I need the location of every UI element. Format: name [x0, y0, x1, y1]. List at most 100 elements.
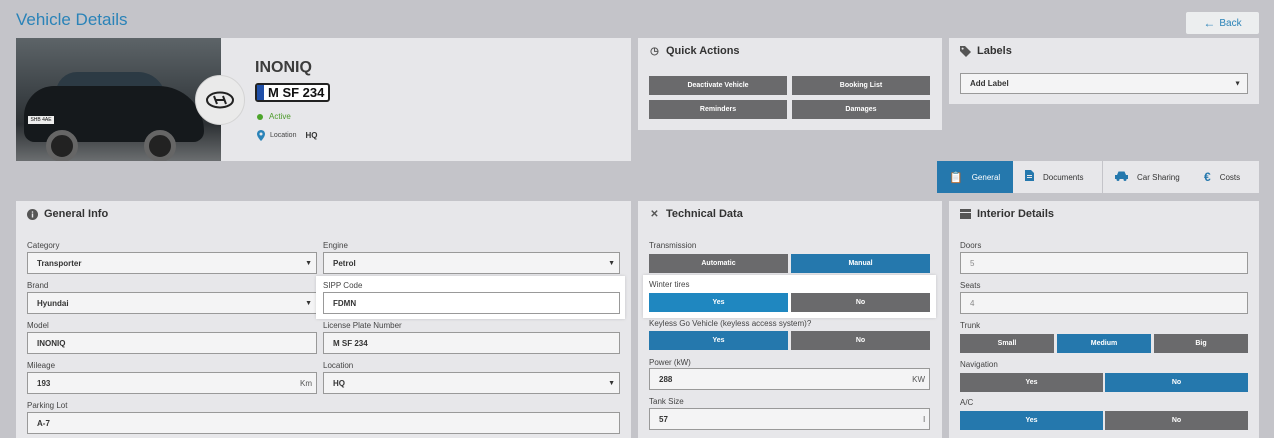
- hyundai-logo-icon: [206, 91, 234, 109]
- license-plate-text: M SF 234: [268, 85, 325, 100]
- tank-size-unit: l: [923, 414, 925, 424]
- transmission-label: Transmission: [649, 241, 697, 250]
- brand-logo: [195, 75, 245, 125]
- trunk-label: Trunk: [960, 321, 981, 330]
- vehicle-location: Location HQ: [257, 130, 317, 141]
- arrow-left-icon: ←: [1203, 16, 1216, 30]
- car-wheel-shape: [46, 130, 78, 161]
- power-value: 288: [659, 374, 673, 384]
- category-select[interactable]: Transporter ▼: [27, 252, 317, 274]
- labels-panel: Labels: [949, 38, 1259, 104]
- parking-lot-input[interactable]: A-7: [27, 412, 620, 434]
- ac-no-button[interactable]: No: [1105, 411, 1248, 430]
- transmission-automatic-button[interactable]: Automatic: [649, 254, 788, 273]
- ac-yes-button[interactable]: Yes: [960, 411, 1103, 430]
- tag-icon: [960, 45, 971, 57]
- tab-general-label: General: [971, 172, 1001, 182]
- location-value: HQ: [305, 131, 318, 140]
- labels-title: Labels: [977, 45, 1012, 57]
- tank-size-input[interactable]: 57 l: [649, 408, 930, 430]
- transmission-manual-button[interactable]: Manual: [791, 254, 930, 273]
- caret-down-icon: ▼: [305, 299, 312, 307]
- document-icon: [1025, 170, 1034, 184]
- navigation-yes-button[interactable]: Yes: [960, 373, 1103, 392]
- mileage-input[interactable]: 193 Km: [27, 372, 317, 394]
- parking-lot-label: Parking Lot: [27, 401, 68, 410]
- location-field-value: HQ: [333, 378, 345, 388]
- tank-size-label: Tank Size: [649, 397, 684, 406]
- general-info-panel: General Info: [16, 201, 631, 438]
- keyless-go-no-button[interactable]: No: [791, 331, 930, 350]
- license-plate-badge: M SF 234: [255, 83, 331, 102]
- tab-costs[interactable]: € Costs: [1192, 161, 1259, 193]
- add-label-select[interactable]: Add Label ▼: [960, 73, 1248, 94]
- car-photo-plate: SHB 4AE: [28, 116, 54, 124]
- caret-down-icon: ▼: [1234, 80, 1241, 87]
- navigation-label: Navigation: [960, 360, 998, 369]
- trunk-small-button[interactable]: Small: [960, 334, 1054, 353]
- reminders-button[interactable]: Reminders: [649, 100, 787, 119]
- trunk-medium-button[interactable]: Medium: [1057, 334, 1151, 353]
- power-unit: KW: [912, 374, 925, 384]
- license-plate-value: M SF 234: [333, 338, 368, 348]
- back-button[interactable]: ← Back: [1186, 12, 1259, 34]
- eu-flag-icon: [257, 85, 264, 100]
- trunk-big-button[interactable]: Big: [1154, 334, 1248, 353]
- mileage-label: Mileage: [27, 361, 56, 370]
- model-input[interactable]: INONIQ: [27, 332, 317, 354]
- tab-car-sharing[interactable]: Car Sharing: [1103, 161, 1192, 193]
- deactivate-vehicle-button[interactable]: Deactivate Vehicle: [649, 76, 787, 95]
- parking-lot-value: A-7: [37, 418, 50, 428]
- brand-select[interactable]: Hyundai ▼: [27, 292, 317, 314]
- seats-value: 4: [970, 298, 975, 308]
- quick-actions-title: Quick Actions: [666, 45, 740, 57]
- sipp-code-value: FDMN: [333, 298, 357, 308]
- tools-icon: ✕: [650, 208, 659, 220]
- brand-label: Brand: [27, 281, 49, 290]
- engine-label: Engine: [323, 241, 348, 250]
- keyless-go-label: Keyless Go Vehicle (keyless access syste…: [649, 319, 812, 328]
- engine-select[interactable]: Petrol ▼: [323, 252, 620, 274]
- license-plate-label: License Plate Number: [323, 321, 402, 330]
- seats-input[interactable]: 4: [960, 292, 1248, 314]
- damages-button[interactable]: Damages: [792, 100, 930, 119]
- navigation-no-button[interactable]: No: [1105, 373, 1248, 392]
- mileage-unit: Km: [300, 378, 312, 388]
- general-info-header: General Info: [16, 201, 631, 227]
- seat-icon: [960, 209, 971, 220]
- info-icon: [27, 208, 38, 220]
- sipp-code-input[interactable]: FDMN: [323, 292, 620, 314]
- tank-size-value: 57: [659, 414, 668, 424]
- general-info-title: General Info: [44, 208, 109, 220]
- model-label: Model: [27, 321, 49, 330]
- car-icon: [1115, 171, 1128, 184]
- winter-tires-no-button[interactable]: No: [791, 293, 930, 312]
- interior-details-title: Interior Details: [977, 208, 1055, 220]
- winter-tires-label: Winter tires: [649, 280, 690, 289]
- keyless-go-yes-button[interactable]: Yes: [649, 331, 788, 350]
- location-label: Location: [270, 132, 297, 139]
- category-value: Transporter: [37, 258, 82, 268]
- caret-down-icon: ▼: [608, 379, 615, 387]
- tab-general[interactable]: 📋 General: [937, 161, 1013, 193]
- location-select[interactable]: HQ ▼: [323, 372, 620, 394]
- seats-label: Seats: [960, 281, 981, 290]
- back-button-label: Back: [1219, 17, 1242, 29]
- tab-car-sharing-label: Car Sharing: [1137, 172, 1180, 182]
- license-plate-input[interactable]: M SF 234: [323, 332, 620, 354]
- interior-details-panel: Interior Details: [949, 201, 1259, 438]
- gauge-icon: ◷: [650, 45, 659, 57]
- doors-label: Doors: [960, 241, 982, 250]
- winter-tires-yes-button[interactable]: Yes: [649, 293, 788, 312]
- vehicle-status: Active: [257, 112, 291, 121]
- power-input[interactable]: 288 KW: [649, 368, 930, 390]
- location-field-label: Location: [323, 361, 354, 370]
- mileage-value: 193: [37, 378, 51, 388]
- vehicle-model-name: INONIQ: [255, 59, 312, 76]
- tab-documents[interactable]: Documents: [1013, 161, 1102, 193]
- technical-data-header: ✕ Technical Data: [638, 201, 942, 227]
- labels-header: Labels: [949, 38, 1259, 64]
- booking-list-button[interactable]: Booking List: [792, 76, 930, 95]
- status-dot-icon: [257, 113, 263, 120]
- doors-input[interactable]: 5: [960, 252, 1248, 274]
